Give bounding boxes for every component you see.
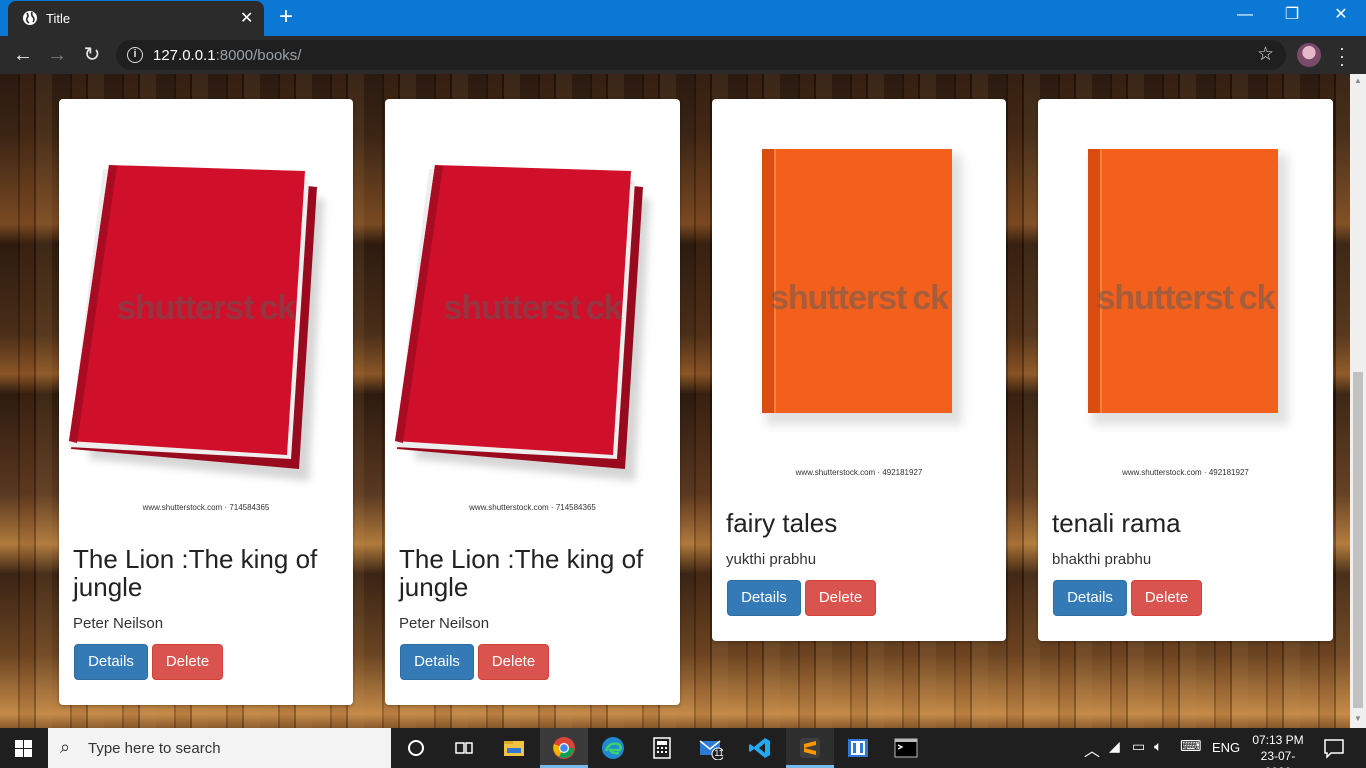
page-scrollbar[interactable]: ▲ ▼ — [1350, 74, 1366, 728]
windows-start-icon[interactable] — [15, 740, 32, 757]
bookmark-star-icon[interactable]: ☆ — [1257, 43, 1274, 66]
tab-title: Title — [46, 11, 71, 26]
book-image: shutterst ck www.shutterstock.com · 7145… — [395, 109, 670, 519]
cortana-icon[interactable] — [404, 736, 428, 760]
delete-button[interactable]: Delete — [805, 580, 876, 616]
file-explorer-icon[interactable] — [502, 736, 526, 760]
watermark-text: shutterst ck — [769, 279, 949, 317]
language-indicator[interactable]: ENG — [1212, 740, 1240, 755]
stock-id-text: www.shutterstock.com · 492181927 — [795, 468, 923, 477]
search-placeholder: Type here to search — [88, 740, 221, 757]
delete-button[interactable]: Delete — [1131, 580, 1202, 616]
details-button[interactable]: Details — [1053, 580, 1127, 616]
tray-chevron-icon[interactable]: ︿ — [1084, 737, 1100, 761]
stock-id-text: www.shutterstock.com · 714584365 — [142, 503, 270, 512]
details-button[interactable]: Details — [727, 580, 801, 616]
book-author: yukthi prabhu — [726, 551, 817, 568]
chrome-icon[interactable] — [552, 736, 576, 760]
sublime-text-icon[interactable] — [798, 736, 822, 760]
clock-time: 07:13 PM — [1252, 733, 1304, 747]
forward-icon[interactable]: → — [44, 42, 70, 68]
scroll-up-icon[interactable]: ▲ — [1353, 76, 1363, 85]
book-card: shutterst ck www.shutterstock.com · 7145… — [59, 99, 353, 705]
minimize-icon[interactable]: — — [1222, 0, 1268, 32]
book-author: Peter Neilson — [73, 615, 164, 632]
book-title: The Lion :The king of jungle — [73, 544, 318, 602]
book-card: shutterst ck www.shutterstock.com · 4921… — [712, 99, 1006, 641]
book-title: The Lion :The king of jungle — [399, 544, 644, 602]
network-icon[interactable]: ◢ — [1109, 738, 1120, 755]
scroll-thumb[interactable] — [1353, 372, 1363, 708]
stock-id-text: www.shutterstock.com · 492181927 — [1122, 468, 1249, 477]
watermark-text: shutterst ck — [1096, 279, 1275, 317]
remote-desktop-icon[interactable] — [846, 736, 870, 760]
new-tab-icon[interactable]: + — [279, 4, 293, 30]
delete-button[interactable]: Delete — [152, 644, 223, 680]
search-icon: ⌕ — [60, 737, 71, 757]
edge-icon[interactable] — [601, 736, 625, 760]
terminal-icon[interactable] — [894, 736, 918, 760]
book-image: shutterst ck www.shutterstock.com · 4921… — [722, 109, 996, 484]
keyboard-icon[interactable]: ⌨ — [1180, 737, 1202, 755]
calculator-icon[interactable] — [650, 736, 674, 760]
stock-id-text: www.shutterstock.com · 714584365 — [469, 503, 596, 512]
vscode-icon[interactable] — [748, 736, 772, 760]
watermark-text: shutterst ck — [116, 289, 296, 327]
back-icon[interactable]: ← — [10, 42, 36, 68]
volume-icon[interactable]: 🔈︎ — [1154, 738, 1162, 755]
browser-tab[interactable]: Title ✕ — [8, 1, 264, 36]
taskbar-search[interactable]: ⌕ Type here to search — [48, 728, 391, 768]
browser-menu-icon[interactable]: · · · — [1334, 39, 1350, 73]
scroll-down-icon[interactable]: ▼ — [1353, 714, 1363, 723]
book-author: Peter Neilson — [399, 615, 490, 632]
browser-titlebar: Title ✕ + — ❐ ✕ — [0, 0, 1366, 36]
reload-icon[interactable]: ↻ — [79, 42, 105, 68]
book-title: fairy tales — [726, 508, 838, 538]
clock-date: 23-07-2020 — [1260, 749, 1296, 768]
globe-icon — [23, 11, 37, 25]
delete-button[interactable]: Delete — [478, 644, 549, 680]
action-center-icon[interactable] — [1322, 736, 1346, 760]
book-card: shutterst ck www.shutterstock.com · 7145… — [385, 99, 680, 705]
book-image: shutterst ck www.shutterstock.com · 4921… — [1048, 109, 1323, 484]
details-button[interactable]: Details — [74, 644, 148, 680]
book-author: bhakthi prabhu — [1052, 551, 1152, 568]
site-info-icon[interactable]: i — [127, 47, 143, 63]
url-text[interactable]: 127.0.0.1:8000/books/ — [153, 47, 301, 64]
profile-avatar[interactable] — [1297, 43, 1321, 67]
close-window-icon[interactable]: ✕ — [1318, 0, 1364, 32]
page-viewport: shutterst ck www.shutterstock.com · 7145… — [0, 74, 1350, 728]
task-view-icon[interactable] — [452, 736, 476, 760]
watermark-text: shutterst ck — [443, 289, 622, 327]
taskbar: ⌕ Type here to search 11 ︿ ◢ ▭ 🔈︎ ⌨ ENG … — [0, 728, 1366, 768]
book-card: shutterst ck www.shutterstock.com · 4921… — [1038, 99, 1333, 641]
battery-icon[interactable]: ▭ — [1132, 738, 1145, 755]
restore-icon[interactable]: ❐ — [1269, 0, 1315, 32]
book-title: tenali rama — [1052, 508, 1181, 538]
book-image: shutterst ck www.shutterstock.com · 7145… — [69, 109, 343, 519]
clock[interactable]: 07:13 PM 23-07-2020 — [1248, 732, 1308, 768]
browser-toolbar: ← → ↻ i 127.0.0.1:8000/books/ ☆ · · · — [0, 36, 1366, 74]
mail-badge: 11 — [714, 748, 724, 758]
tab-close-icon[interactable]: ✕ — [240, 8, 253, 28]
details-button[interactable]: Details — [400, 644, 474, 680]
address-bar[interactable]: i 127.0.0.1:8000/books/ ☆ — [116, 40, 1286, 70]
